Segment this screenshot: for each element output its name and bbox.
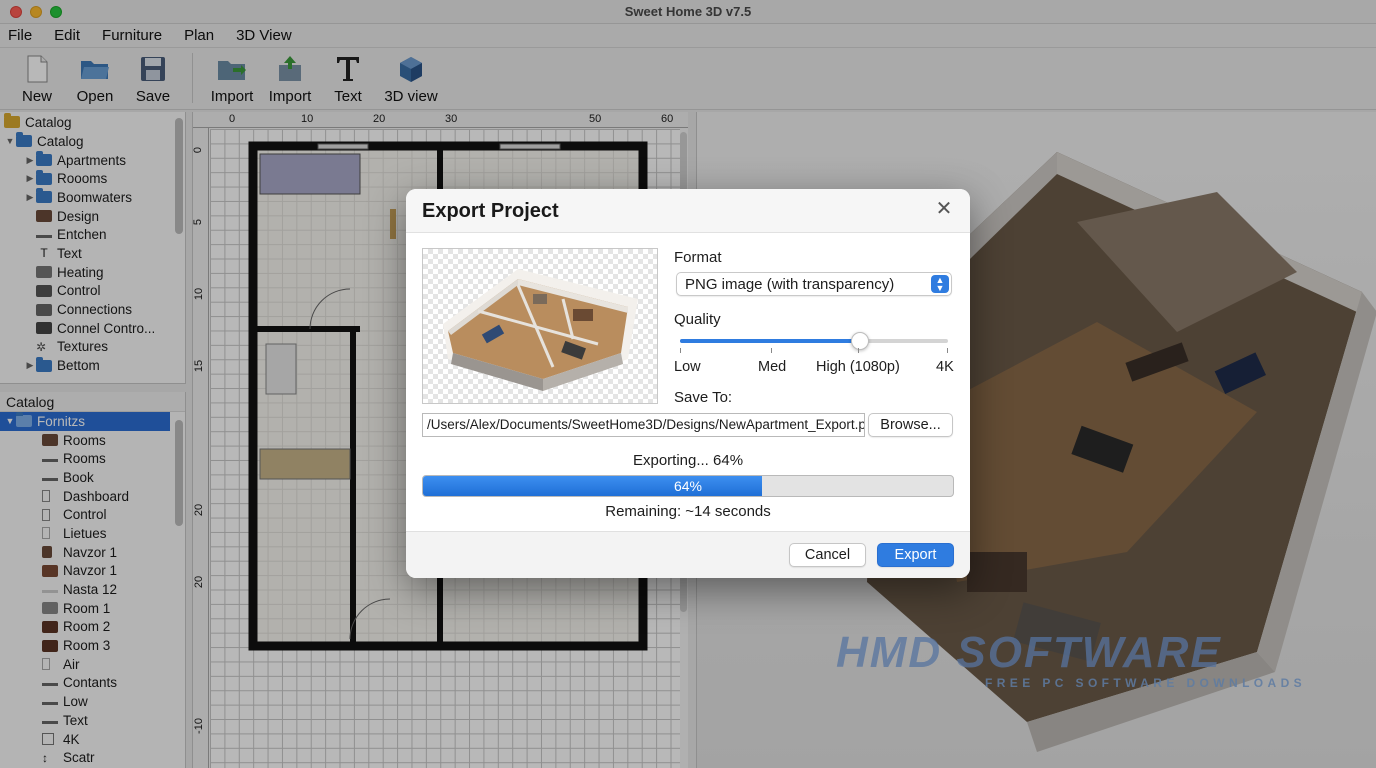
export-dialog: Export Project ✕ Format PNG image (with … [406,189,970,578]
export-preview [422,248,658,404]
export-button[interactable]: Export [877,543,954,567]
quality-level-4k: 4K [936,359,954,375]
chevron-updown-icon[interactable]: ▲ ▼ [931,275,949,293]
quality-level-med: Med [758,359,787,375]
export-status: Exporting... 64% [632,452,744,469]
dialog-title: Export Project [422,200,559,222]
dialog-footer: Cancel Export [406,531,970,578]
save-to-label: Save To: [674,389,733,406]
save-path-input[interactable]: /Users/Alex/Documents/SweetHome3D/Design… [422,413,865,437]
browse-button[interactable]: Browse... [868,413,953,437]
quality-slider-fill [680,339,860,343]
slider-tick [947,348,948,353]
slider-tick [771,348,772,353]
quality-slider-handle[interactable] [850,332,869,350]
slider-tick [680,348,681,353]
format-select-value: PNG image (with transparency) [685,276,895,293]
slider-tick [858,348,859,353]
close-icon[interactable]: ✕ [934,199,954,219]
format-select[interactable]: PNG image (with transparency) ▲ ▼ [676,272,952,296]
format-label: Format [674,249,722,266]
export-progress-bar: 64% [422,475,954,497]
quality-slider[interactable] [680,332,948,350]
quality-level-low: Low [674,359,701,375]
quality-level-high: High (1080p) [816,359,900,375]
remaining-time: Remaining: ~14 seconds [605,503,771,520]
cancel-button[interactable]: Cancel [789,543,866,567]
quality-label: Quality [674,311,721,328]
house-preview-image [443,269,638,391]
dialog-header: Export Project ✕ [406,189,970,233]
progress-label: 64% [673,478,703,494]
